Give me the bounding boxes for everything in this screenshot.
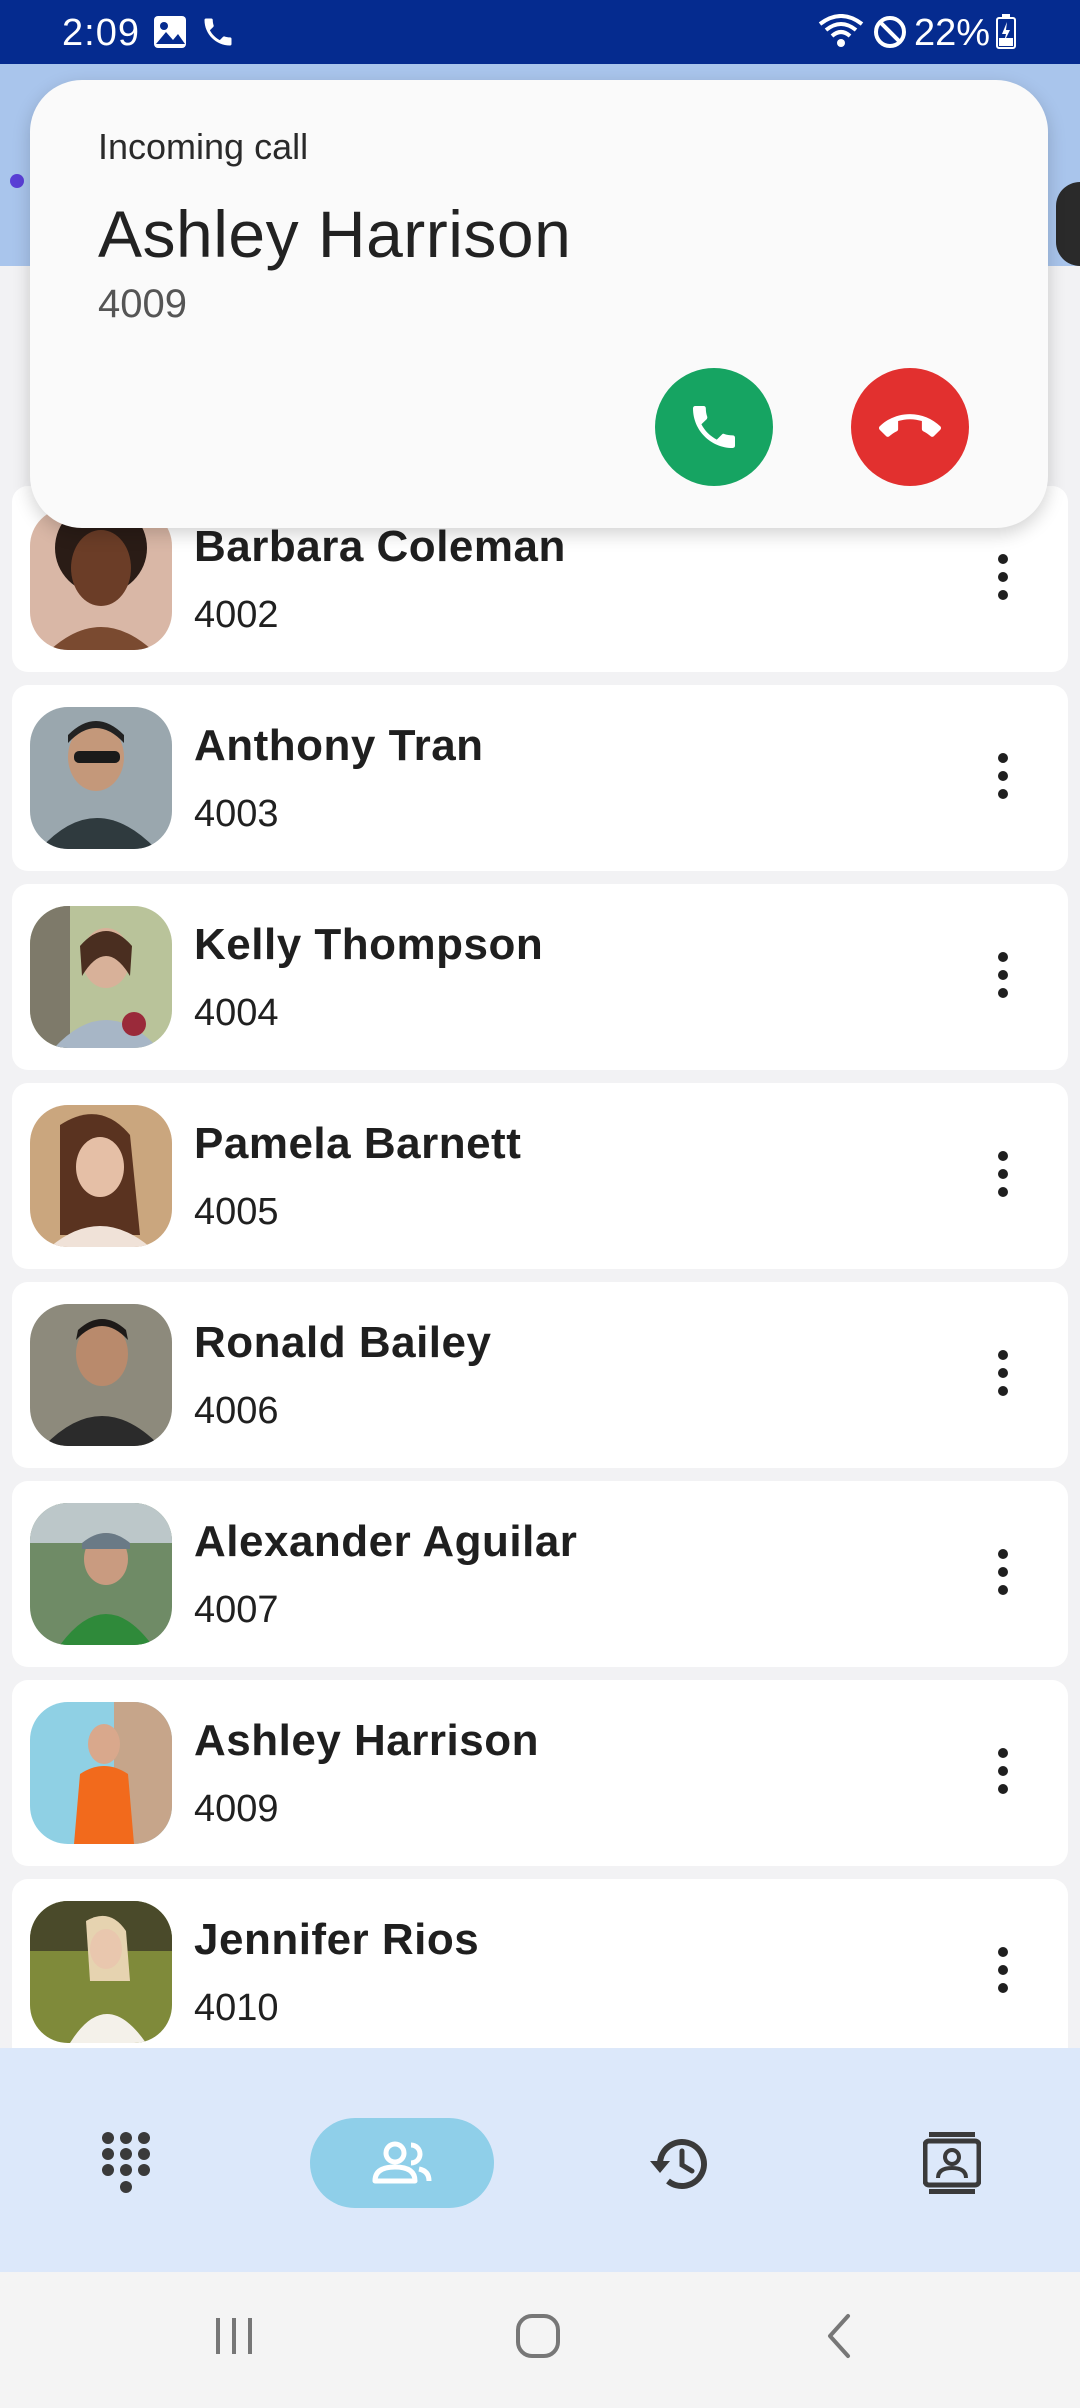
contact-photo <box>30 1105 172 1247</box>
image-icon <box>154 16 186 48</box>
contact-extension: 4003 <box>194 793 279 835</box>
contact-name: Jennifer Rios <box>194 1915 480 1964</box>
app-logo-dot <box>10 174 24 188</box>
phone-hangup-icon <box>879 414 941 437</box>
nav-dialpad[interactable] <box>76 2118 176 2208</box>
contact-photo <box>30 707 172 849</box>
contact-name: Kelly Thompson <box>194 920 544 969</box>
contacts-icon <box>372 2141 432 2184</box>
decline-call-button[interactable] <box>851 368 969 486</box>
contact-row-jennifer-rios[interactable]: Jennifer Rios 4010 <box>12 1879 1068 2065</box>
contact-photo <box>30 1901 172 2043</box>
user-avatar[interactable] <box>1056 182 1080 266</box>
incoming-call-notification[interactable]: Incoming call Ashley Harrison 4009 <box>30 80 1048 528</box>
status-time: 2:09 <box>62 12 140 54</box>
contact-name: Alexander Aguilar <box>194 1517 578 1566</box>
contact-row-anthony-tran[interactable]: Anthony Tran 4003 <box>12 685 1068 871</box>
contact-name: Anthony Tran <box>194 721 484 770</box>
phone-icon <box>204 18 232 46</box>
notification-label: Incoming call <box>98 126 309 167</box>
contact-extension: 4004 <box>194 992 279 1034</box>
contact-extension: 4010 <box>194 1987 279 2029</box>
history-icon <box>650 2139 707 2189</box>
phone-answer-icon <box>693 406 735 448</box>
system-navigation-bar <box>0 2272 1080 2408</box>
contact-row-ashley-harrison[interactable]: Ashley Harrison 4009 <box>12 1680 1068 1866</box>
contact-extension: 4009 <box>194 1788 279 1830</box>
contact-photo <box>30 906 172 1048</box>
contact-row-alexander-aguilar[interactable]: Alexander Aguilar 4007 <box>12 1481 1068 1667</box>
dialpad-icon <box>102 2132 150 2193</box>
more-options-icon[interactable] <box>996 554 1010 604</box>
back-icon[interactable] <box>818 2312 866 2360</box>
answer-call-button[interactable] <box>655 368 773 486</box>
more-options-icon[interactable] <box>996 1549 1010 1599</box>
contact-row-ronald-bailey[interactable]: Ronald Bailey 4006 <box>12 1282 1068 1468</box>
caller-name: Ashley Harrison <box>98 197 572 271</box>
more-options-icon[interactable] <box>996 952 1010 1002</box>
contact-photo <box>30 1304 172 1446</box>
do-not-disturb-icon <box>874 16 906 48</box>
nav-directory[interactable] <box>902 2118 1002 2208</box>
home-icon[interactable] <box>514 2312 562 2360</box>
nav-contacts[interactable] <box>310 2118 494 2208</box>
contact-name: Ashley Harrison <box>194 1716 539 1765</box>
contact-extension: 4002 <box>194 594 279 636</box>
more-options-icon[interactable] <box>996 1947 1010 1997</box>
contact-extension: 4005 <box>194 1191 279 1233</box>
recents-icon[interactable] <box>210 2312 258 2360</box>
contact-name: Ronald Bailey <box>194 1318 492 1367</box>
status-bar: 2:09 22% <box>0 0 1080 64</box>
more-options-icon[interactable] <box>996 1350 1010 1400</box>
battery-charging-icon <box>996 14 1016 49</box>
contact-photo <box>30 1702 172 1844</box>
more-options-icon[interactable] <box>996 753 1010 803</box>
directory-icon <box>923 2132 981 2194</box>
contact-photo <box>30 1503 172 1645</box>
contact-extension: 4006 <box>194 1390 279 1432</box>
more-options-icon[interactable] <box>996 1748 1010 1798</box>
wifi-icon <box>818 14 864 47</box>
battery-percent: 22% <box>914 12 991 54</box>
contact-name: Pamela Barnett <box>194 1119 522 1168</box>
caller-number: 4009 <box>98 282 187 326</box>
contact-row-pamela-barnett[interactable]: Pamela Barnett 4005 <box>12 1083 1068 1269</box>
contact-photo <box>30 508 172 650</box>
contact-extension: 4007 <box>194 1589 279 1631</box>
contact-name: Barbara Coleman <box>194 522 566 571</box>
more-options-icon[interactable] <box>996 1151 1010 1201</box>
bottom-navigation <box>0 2048 1080 2272</box>
nav-call-history[interactable] <box>628 2118 728 2208</box>
contact-row-kelly-thompson[interactable]: Kelly Thompson 4004 <box>12 884 1068 1070</box>
